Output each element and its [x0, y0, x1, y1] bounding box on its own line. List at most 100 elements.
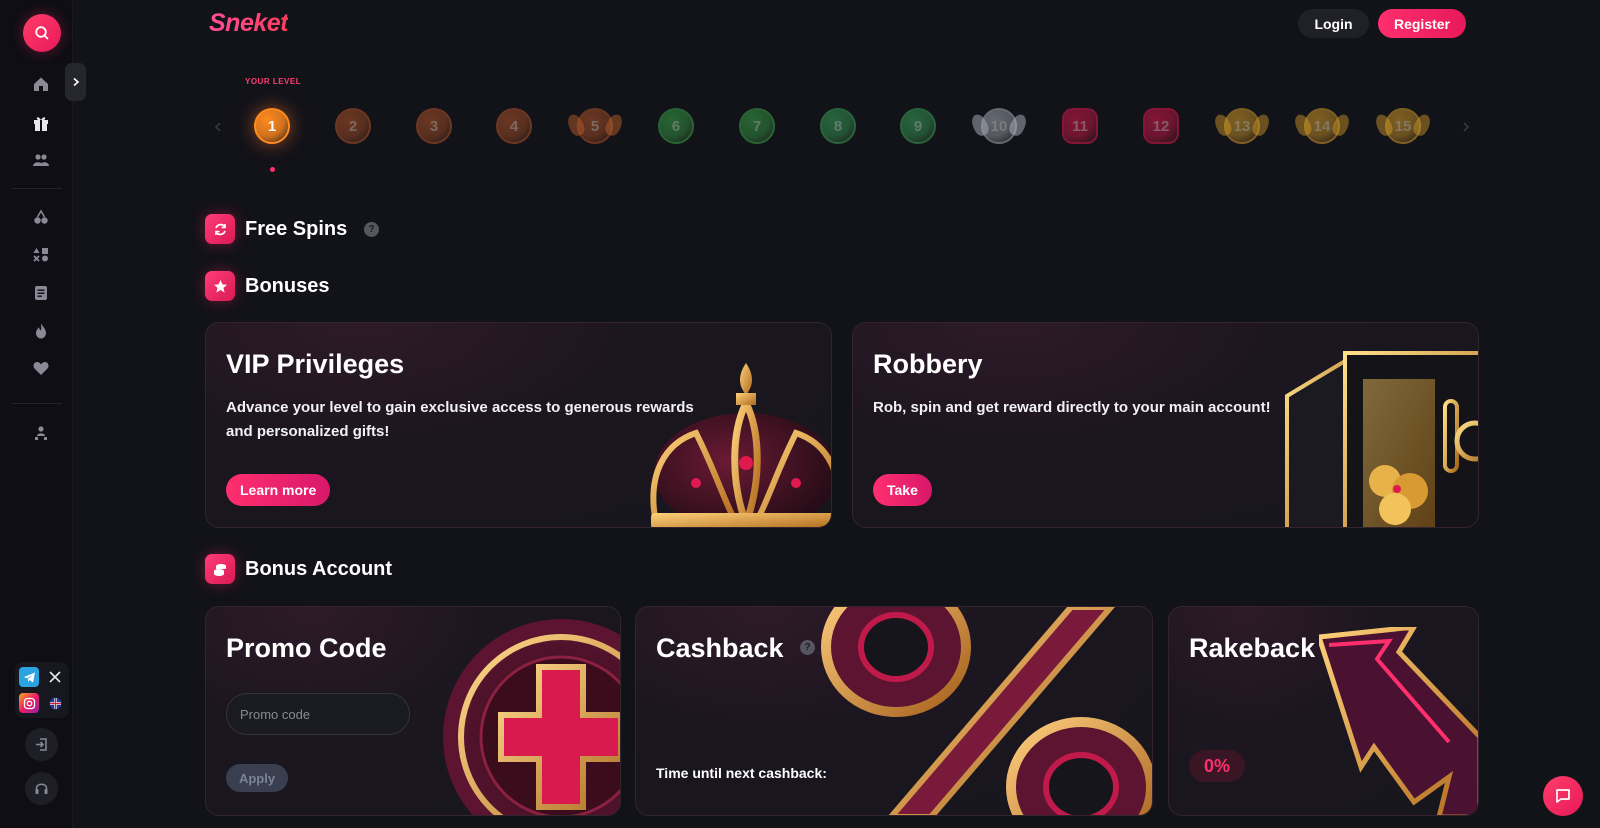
crown-icon	[650, 363, 831, 527]
chat-button[interactable]	[1543, 776, 1583, 816]
nav-home[interactable]	[28, 71, 54, 97]
nav-affiliates[interactable]	[28, 147, 54, 173]
level-badge-12[interactable]: 12	[1139, 104, 1183, 148]
login-button-sidebar[interactable]	[25, 728, 58, 761]
heart-icon	[33, 362, 49, 375]
uk-flag-icon	[49, 697, 61, 709]
gift-icon	[34, 117, 48, 131]
logo[interactable]: Sneket	[209, 9, 288, 38]
chevron-right-icon	[1463, 122, 1470, 132]
x-link[interactable]	[45, 667, 65, 687]
coins-icon	[213, 563, 226, 576]
apply-button[interactable]: Apply	[226, 764, 288, 792]
level-badge-2[interactable]: 2	[331, 104, 375, 148]
nav-slots[interactable]	[28, 204, 54, 230]
cashback-timer-label: Time until next cashback:	[656, 765, 827, 781]
sidebar-divider	[12, 188, 62, 189]
rakeback-value: 0%	[1189, 750, 1245, 782]
free-spins-help-icon[interactable]: ?	[364, 222, 379, 237]
promo-code-title: Promo Code	[226, 633, 387, 663]
vip-description-line2: and personalized gifts!	[226, 423, 390, 440]
level-number: 13	[1224, 108, 1260, 144]
sidebar-expand-button[interactable]	[65, 63, 86, 101]
language-selector[interactable]	[45, 693, 65, 713]
free-spins-title: Free Spins	[245, 218, 348, 240]
level-badge-15[interactable]: 15	[1381, 104, 1425, 148]
percent-icon	[821, 607, 1152, 815]
free-spins-section-icon	[205, 214, 235, 244]
fire-icon	[36, 323, 46, 339]
levels-next-button[interactable]	[1456, 115, 1476, 139]
document-icon	[35, 286, 47, 300]
telegram-icon	[23, 672, 35, 682]
level-number: 8	[820, 108, 856, 144]
level-badge-6[interactable]: 6	[654, 104, 698, 148]
bonus-account-section-icon	[205, 554, 235, 584]
level-badge-3[interactable]: 3	[412, 104, 456, 148]
search-button[interactable]	[23, 14, 61, 52]
register-button[interactable]: Register	[1378, 9, 1466, 38]
person-tree-icon	[35, 426, 47, 440]
level-number: 10	[981, 108, 1017, 144]
x-icon	[49, 671, 61, 683]
users-icon	[33, 154, 49, 166]
your-level-label: YOUR LEVEL	[245, 77, 302, 86]
sidebar	[0, 0, 73, 828]
rakeback-title: Rakeback	[1189, 633, 1316, 663]
chat-icon	[1556, 789, 1570, 803]
cashback-card: Cashback ? Time until next cashback:	[635, 606, 1153, 816]
robbery-title: Robbery	[873, 349, 983, 379]
robbery-description: Rob, spin and get reward directly to you…	[873, 399, 1271, 416]
sidebar-divider	[12, 403, 62, 404]
bonuses-title: Bonuses	[245, 275, 330, 297]
refresh-icon	[214, 223, 226, 235]
games-icon	[33, 248, 48, 262]
level-badge-1[interactable]: 1	[250, 104, 294, 148]
nav-hot[interactable]	[28, 318, 54, 344]
level-number: 7	[739, 108, 775, 144]
current-level-indicator	[270, 167, 275, 172]
level-badge-11[interactable]: 11	[1058, 104, 1102, 148]
level-number: 3	[416, 108, 452, 144]
star-icon	[213, 279, 227, 292]
promo-code-input[interactable]	[226, 693, 410, 735]
search-icon	[35, 26, 49, 40]
vip-title: VIP Privileges	[226, 349, 405, 379]
instagram-link[interactable]	[19, 693, 39, 713]
level-badge-8[interactable]: 8	[816, 104, 860, 148]
cashback-help-icon[interactable]: ?	[800, 640, 815, 655]
level-number: 14	[1304, 108, 1340, 144]
levels-prev-button[interactable]	[208, 115, 228, 139]
support-button[interactable]	[25, 772, 58, 805]
level-badge-9[interactable]: 9	[896, 104, 940, 148]
level-number: 12	[1143, 108, 1179, 144]
level-badge-10[interactable]: 10	[977, 104, 1021, 148]
level-badge-7[interactable]: 7	[735, 104, 779, 148]
level-badge-4[interactable]: 4	[492, 104, 536, 148]
bonuses-section-icon	[205, 271, 235, 301]
cashback-title: Cashback	[656, 633, 784, 663]
headset-icon	[35, 783, 48, 794]
level-number: 15	[1385, 108, 1421, 144]
level-badge-5[interactable]: 5	[573, 104, 617, 148]
nav-bonuses[interactable]	[28, 110, 54, 136]
home-icon	[34, 77, 48, 91]
nav-games[interactable]	[28, 242, 54, 268]
nav-news[interactable]	[28, 280, 54, 306]
nav-referral[interactable]	[28, 420, 54, 446]
instagram-icon	[23, 697, 35, 709]
level-number: 4	[496, 108, 532, 144]
nav-favorites[interactable]	[28, 355, 54, 381]
take-button[interactable]: Take	[873, 474, 932, 506]
login-button[interactable]: Login	[1298, 9, 1369, 38]
telegram-link[interactable]	[19, 667, 39, 687]
level-badge-13[interactable]: 13	[1220, 104, 1264, 148]
level-number: 2	[335, 108, 371, 144]
level-badge-14[interactable]: 14	[1300, 104, 1344, 148]
level-number: 5	[577, 108, 613, 144]
vault-icon	[1285, 351, 1478, 527]
learn-more-button[interactable]: Learn more	[226, 474, 331, 506]
bonus-account-title: Bonus Account	[245, 558, 393, 580]
login-icon	[36, 738, 47, 751]
vip-privileges-card: VIP Privileges Advance your level to gai…	[205, 322, 832, 528]
